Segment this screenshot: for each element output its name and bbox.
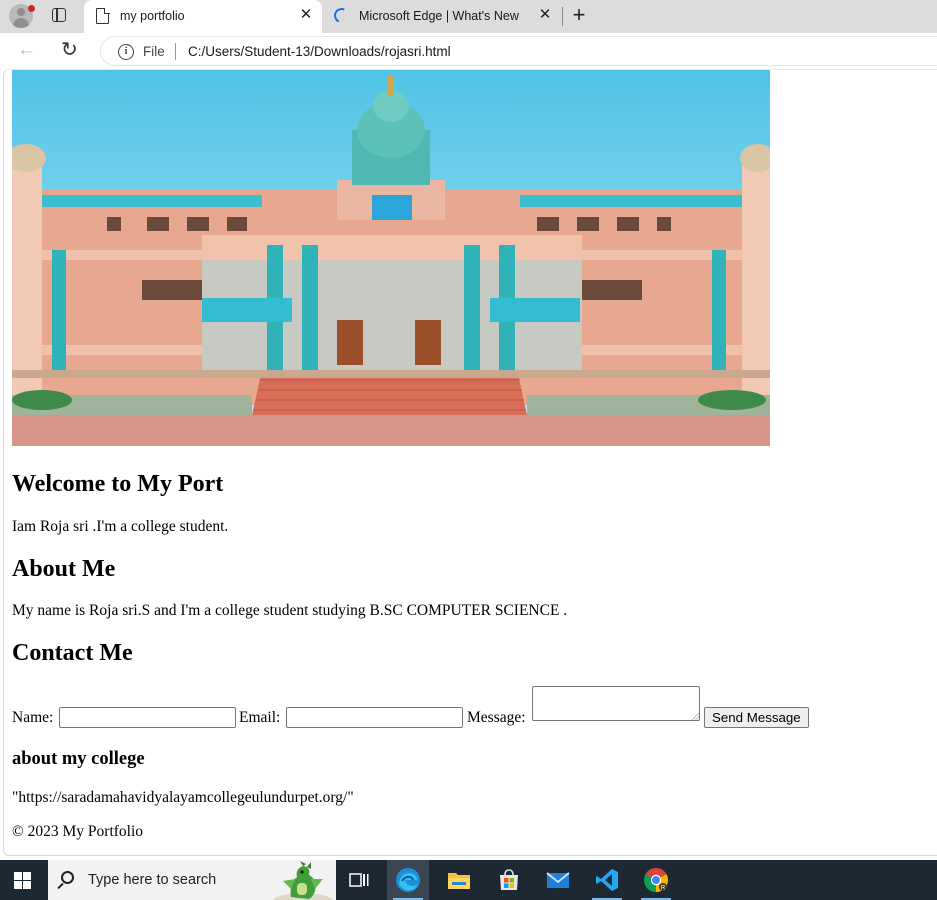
address-divider (175, 43, 176, 60)
about-text: My name is Roja sri.S and I'm a college … (12, 602, 568, 619)
college-link-text: "https://saradamahavidyalayamcollegeulun… (12, 789, 354, 806)
contact-heading: Contact Me (12, 640, 133, 666)
microsoft-store-icon[interactable] (488, 860, 530, 900)
tab-divider (562, 7, 563, 26)
search-placeholder: Type here to search (88, 872, 217, 888)
back-arrow-icon[interactable]: ← (17, 40, 36, 60)
loading-spinner-icon (331, 5, 352, 26)
send-message-button[interactable]: Send Message (704, 707, 809, 728)
task-view-icon[interactable] (338, 860, 380, 900)
tab-title: Microsoft Edge | What's New (359, 9, 519, 23)
college-heading: about my college (12, 749, 145, 769)
tab-strip: my portfolio ✕ Microsoft Edge | What's N… (0, 0, 937, 33)
contact-form: Name: Email: Message: Send Message (12, 685, 912, 730)
tab-actions-menu-icon[interactable] (52, 8, 66, 22)
url-text[interactable]: C:/Users/Student-13/Downloads/rojasri.ht… (188, 44, 451, 59)
email-label: Email: (239, 709, 281, 726)
profile-notification-dot (28, 5, 35, 12)
site-info-label[interactable]: File (143, 44, 165, 59)
intro-text: Iam Roja sri .I'm a college student. (12, 518, 229, 535)
dragon-illustration-icon (273, 861, 333, 900)
svg-text:R: R (661, 886, 666, 892)
start-icon[interactable] (14, 872, 32, 889)
tab-title: my portfolio (120, 9, 185, 23)
email-input[interactable] (286, 707, 463, 728)
name-input[interactable] (59, 707, 236, 728)
page-icon (96, 7, 110, 24)
taskbar: Type here to search R (0, 860, 937, 900)
resize-grip-icon[interactable] (692, 713, 699, 720)
chrome-icon[interactable]: R (635, 860, 677, 900)
address-bar[interactable]: i File C:/Users/Student-13/Downloads/roj… (100, 36, 937, 66)
college-building-image (12, 70, 770, 446)
close-tab-icon[interactable]: ✕ (537, 7, 553, 23)
taskbar-search-box[interactable]: Type here to search (48, 860, 336, 900)
footer-text: © 2023 My Portfolio (12, 823, 144, 840)
about-heading: About Me (12, 556, 116, 582)
name-label: Name: (12, 709, 54, 726)
page-viewport: Welcome to My Port Iam Roja sri .I'm a c… (3, 69, 937, 856)
info-icon[interactable]: i (118, 44, 134, 60)
tab-my-portfolio[interactable]: my portfolio ✕ (84, 0, 322, 33)
message-textarea[interactable] (532, 686, 700, 721)
message-label: Message: (467, 709, 526, 726)
welcome-heading: Welcome to My Port (12, 471, 224, 497)
reload-icon[interactable]: ↻ (61, 39, 78, 61)
browser-toolbar: ← ↻ i File C:/Users/Student-13/Downloads… (0, 33, 937, 69)
search-icon (61, 871, 74, 884)
new-tab-plus-icon[interactable]: + (568, 4, 590, 26)
mail-icon[interactable] (537, 860, 579, 900)
tab-edge-whats-new[interactable]: Microsoft Edge | What's New ✕ (325, 0, 561, 33)
close-tab-icon[interactable]: ✕ (298, 7, 314, 23)
edge-icon[interactable] (387, 860, 429, 900)
file-explorer-icon[interactable] (438, 860, 480, 900)
vscode-icon[interactable] (586, 860, 628, 900)
